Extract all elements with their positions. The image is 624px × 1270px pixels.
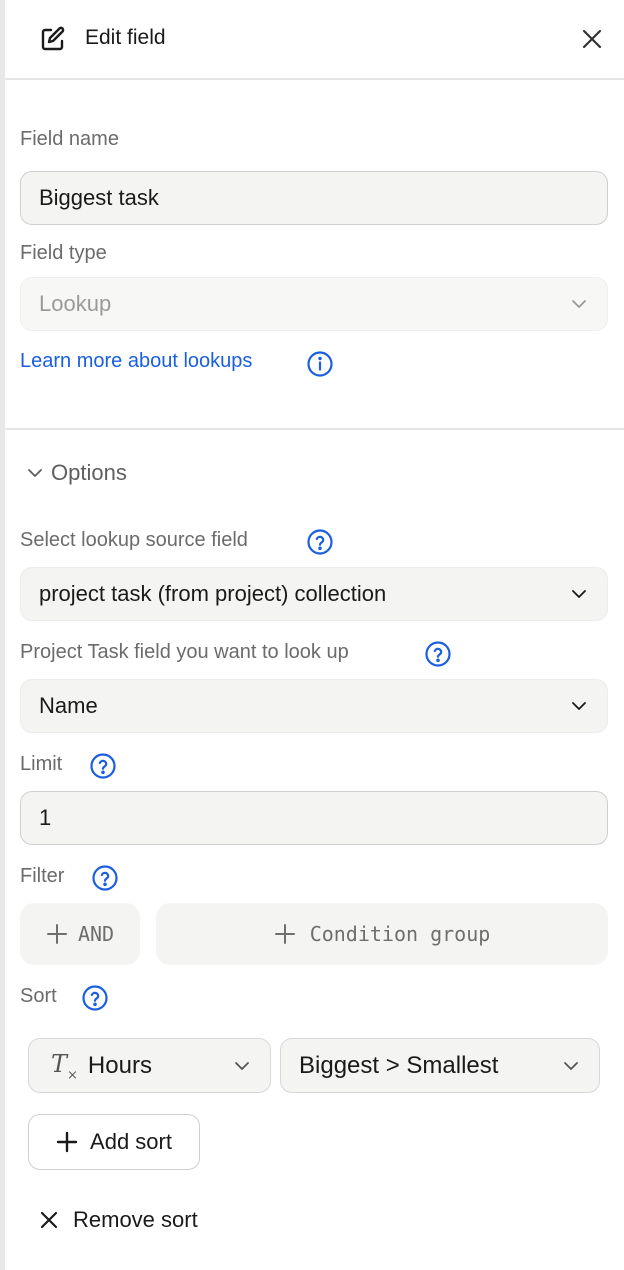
field-type-select[interactable]: Lookup — [20, 277, 608, 331]
remove-sort-button[interactable]: Remove sort — [39, 1207, 198, 1233]
and-label: AND — [77, 922, 115, 946]
field-type-label: Field type — [20, 242, 107, 264]
sort-field-value: Hours — [87, 1051, 152, 1079]
remove-sort-label: Remove sort — [73, 1207, 198, 1232]
source-field-label: Select lookup source field — [20, 529, 248, 551]
limit-value: 1 — [39, 805, 52, 830]
sort-direction-select[interactable]: Biggest > Smallest — [280, 1038, 600, 1093]
pencil-square-icon — [41, 26, 65, 51]
chevron-down-icon — [564, 1061, 578, 1070]
section-divider — [5, 428, 624, 430]
chevron-down-icon — [572, 590, 586, 598]
question-icon[interactable] — [89, 752, 117, 780]
options-label: Options — [51, 460, 127, 485]
add-sort-label: Add sort — [90, 1129, 172, 1154]
question-icon[interactable] — [306, 528, 334, 556]
panel-title: Edit field — [85, 26, 166, 49]
question-icon[interactable] — [81, 984, 109, 1012]
plus-icon — [56, 1131, 78, 1153]
add-and-button[interactable]: AND — [20, 903, 140, 965]
question-icon[interactable] — [91, 864, 119, 892]
limit-label: Limit — [20, 753, 63, 775]
source-field-value: project task (from project) collection — [39, 581, 387, 606]
field-type-value: Lookup — [39, 291, 112, 316]
options-toggle[interactable]: Options — [27, 460, 127, 486]
lookup-field-label: Project Task field you want to look up — [20, 641, 349, 663]
question-icon[interactable] — [424, 640, 452, 668]
limit-input[interactable]: 1 — [20, 791, 608, 845]
chevron-down-icon — [572, 702, 586, 710]
add-condition-group-button[interactable]: Condition group — [156, 903, 608, 965]
source-field-select[interactable]: project task (from project) collection — [20, 567, 608, 621]
sort-field-select[interactable]: T× Hours — [28, 1038, 271, 1093]
lookup-field-value: Name — [39, 693, 98, 718]
learn-more-link[interactable]: Learn more about lookups — [20, 350, 252, 373]
add-sort-button[interactable]: Add sort — [28, 1114, 200, 1170]
plus-icon — [46, 924, 67, 944]
lookup-field-select[interactable]: Name — [20, 679, 608, 733]
close-icon[interactable] — [580, 27, 604, 51]
field-name-value: Biggest task — [39, 185, 159, 210]
condition-group-label: Condition group — [309, 922, 491, 946]
field-name-label: Field name — [20, 128, 119, 150]
close-icon — [40, 1211, 58, 1229]
sort-direction-value: Biggest > Smallest — [299, 1051, 499, 1079]
chevron-down-icon — [572, 300, 586, 308]
plus-icon — [274, 924, 295, 944]
field-name-input[interactable]: Biggest task — [20, 171, 608, 225]
sort-label: Sort — [20, 985, 57, 1007]
chevron-down-icon — [28, 469, 42, 477]
panel-header: Edit field — [5, 0, 624, 80]
text-format-icon: T× — [51, 1049, 78, 1084]
chevron-down-icon — [235, 1061, 249, 1070]
edit-field-panel: Edit field Field name Biggest task Field… — [5, 0, 624, 1270]
info-icon[interactable] — [306, 350, 334, 378]
filter-label: Filter — [20, 865, 65, 887]
